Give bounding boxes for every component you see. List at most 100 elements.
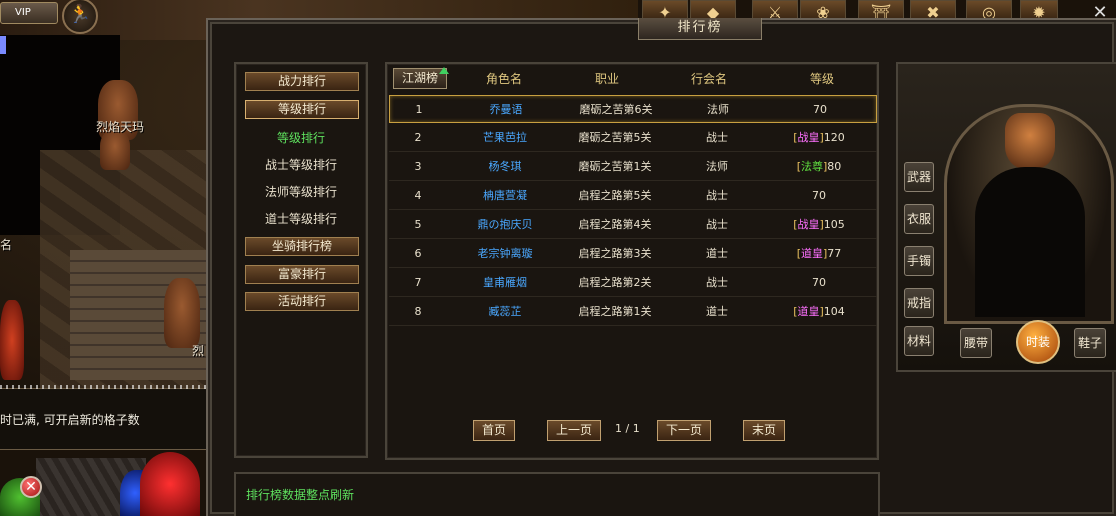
next-page-button[interactable]: 下一页 [657,420,711,441]
level-sub-all[interactable]: 等级排行 [236,129,366,146]
level-value: 104 [823,305,845,318]
material-slot[interactable]: 材料 [904,326,934,356]
level-sub-taoist[interactable]: 道士等级排行 [236,210,366,227]
player-name-cell[interactable]: 芒果芭拉 [447,124,563,152]
prev-page-button[interactable]: 上一页 [547,420,601,441]
tooltip-border-dots [0,385,236,389]
dragon-ornament [1005,113,1055,169]
ranking-table: 江湖榜 角色名 职业 行会名 等级 1 乔曼语 磨砺之苦第6关 法师 70 2 芒果芭拉 磨砺… [385,62,879,460]
player-sprite[interactable] [0,300,24,380]
player-name-cell[interactable]: 杨冬琪 [447,153,563,181]
table-row[interactable]: 2 芒果芭拉 磨砺之苦第5关 战士 [战皇]120 [389,124,877,152]
level-cell: 70 [768,96,872,124]
stage-cell: 启程之路第3关 [578,247,652,260]
shoes-slot[interactable]: 鞋子 [1074,328,1106,358]
level-sub-warrior[interactable]: 战士等级排行 [236,156,366,173]
player-name-cell[interactable]: 乔曼语 [448,96,564,124]
header-level: 等级 [809,72,834,86]
job-cell: 战士 [706,131,728,144]
stage-cell: 启程之路第1关 [578,305,652,318]
level-value: 70 [812,276,826,289]
header-guild: 行会名 [690,72,727,86]
level-sub-mage[interactable]: 法师等级排行 [236,183,366,200]
category-panel: 战力排行 等级排行 等级排行 战士等级排行 法师等级排行 道士等级排行 坐骑排行… [234,62,368,458]
bag-tooltip: 时已满, 可开启新的格子数 [0,385,236,450]
level-value: 105 [823,218,845,231]
refresh-notice: 排行榜数据整点刷新 [246,488,355,502]
ranking-window: 排行榜 战力排行 等级排行 等级排行 战士等级排行 法师等级排行 道士等级排行 … [206,18,1116,516]
belt-slot[interactable]: 腰带 [960,328,992,358]
level-value: 80 [827,160,842,173]
monster-name-label: 烈焰天玛 [96,120,145,134]
table-row[interactable]: 6 老宗钟离璇 启程之路第3关 道士 [道皇]77 [389,240,877,268]
monster-name-label: 烈 [192,344,205,358]
table-row[interactable]: 4 柟唐萱凝 启程之路第5关 战士 70 [389,182,877,210]
header-name: 角色名 [485,72,522,86]
equipment-preview: 武器 衣服 手镯 戒指 材料 腰带 时装 鞋子 [896,62,1116,372]
stage-cell: 磨砺之苦第1关 [578,160,652,173]
level-rank-button[interactable]: 等级排行 [245,100,359,119]
player-name-cell[interactable]: 鼎の抱庆贝 [447,211,563,239]
level-cell: 70 [767,182,871,210]
character-slot [975,167,1085,317]
table-row[interactable]: 7 皇甫雁烟 启程之路第2关 战士 70 [389,269,877,297]
last-page-button[interactable]: 末页 [743,420,785,441]
title-tag: 道皇 [797,305,820,318]
player-name-cell[interactable]: 老宗钟离璇 [447,240,563,268]
rank-cell: 5 [414,218,422,231]
vip-badge[interactable]: VIP [0,2,58,24]
combat-rank-button[interactable]: 战力排行 [245,72,359,91]
tooltip-text: 时已满, 可开启新的格子数 [0,413,140,427]
mount-rank-button[interactable]: 坐骑排行榜 [245,237,359,256]
table-row[interactable]: 5 鼎の抱庆贝 启程之路第4关 战士 [战皇]105 [389,211,877,239]
bracelet-slot[interactable]: 手镯 [904,246,934,276]
clothes-slot[interactable]: 衣服 [904,204,934,234]
title-tag: 法尊 [801,160,823,173]
level-value: 70 [813,103,827,116]
title-tag: 战皇 [797,131,820,144]
wealth-rank-button[interactable]: 富豪排行 [245,265,359,284]
job-cell: 法师 [707,103,729,116]
window-title: 排行榜 [638,18,762,40]
page-indicator: 1 / 1 [615,422,640,435]
activity-rank-button[interactable]: 活动排行 [245,292,359,311]
title-tag: 战皇 [797,218,820,231]
job-cell: 道士 [706,305,728,318]
rank-cell: 1 [415,103,423,116]
up-arrow-icon [439,67,449,74]
stage-cell: 磨砺之苦第5关 [578,131,652,144]
monster-sprite[interactable] [164,278,200,348]
job-cell: 战士 [706,276,728,289]
notice-panel: 排行榜数据整点刷新 [234,472,880,516]
stage-cell: 启程之路第2关 [578,276,652,289]
monster-sprite[interactable] [100,130,130,170]
table-row[interactable]: 8 臧蕊芷 启程之路第1关 道士 [道皇]104 [389,298,877,326]
rank-cell: 8 [414,305,422,318]
first-page-button[interactable]: 首页 [473,420,515,441]
table-row[interactable]: 1 乔曼语 磨砺之苦第6关 法师 70 [389,95,877,123]
health-orb [140,452,200,516]
player-name-cell[interactable]: 臧蕊芷 [447,298,563,326]
close-button[interactable]: ✕ [20,476,42,498]
level-value: 77 [827,247,842,260]
fashion-slot[interactable]: 时装 [1016,320,1060,364]
header-job: 职业 [594,72,619,86]
title-tag: 道皇 [801,247,823,260]
table-row[interactable]: 3 杨冬琪 磨砺之苦第1关 法师 [法尊]80 [389,153,877,181]
rank-cell: 4 [414,189,422,202]
job-cell: 道士 [706,247,728,260]
player-name-cell[interactable]: 柟唐萱凝 [447,182,563,210]
level-value: 70 [812,189,826,202]
stage-cell: 启程之路第5关 [578,189,652,202]
ring-slot[interactable]: 戒指 [904,288,934,318]
level-value: 120 [823,131,845,144]
stage-cell: 磨砺之苦第6关 [579,103,653,116]
level-cell: 70 [767,269,871,297]
player-name-cell[interactable]: 皇甫雁烟 [447,269,563,297]
side-indicator [0,36,6,54]
monster-name-label: 名 [0,238,13,252]
stage-cell: 启程之路第4关 [578,218,652,231]
level-cell: [战皇]120 [767,124,871,152]
job-cell: 战士 [706,218,728,231]
weapon-slot[interactable]: 武器 [904,162,934,192]
